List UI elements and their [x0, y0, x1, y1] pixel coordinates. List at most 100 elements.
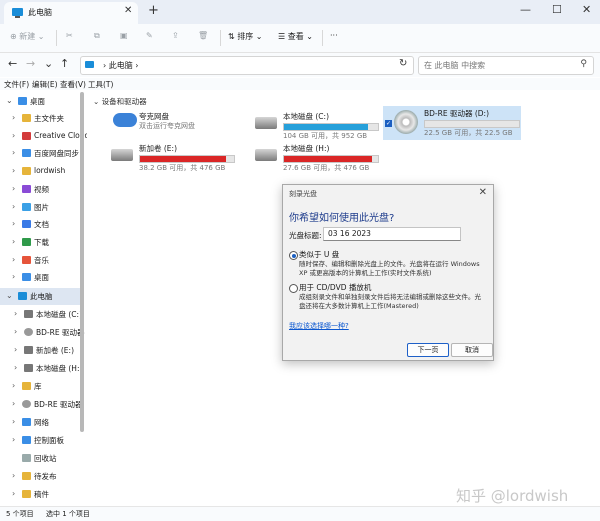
drive-h[interactable]: 本地磁盘 (H:) 27.6 GB 可用，共 476 GB	[253, 141, 393, 173]
group-header[interactable]: ⌄ 设备和驱动器	[93, 96, 147, 107]
sidebar-item-label: 稿件	[34, 490, 49, 499]
sidebar-scrollbar[interactable]	[80, 92, 84, 432]
maximize-button[interactable]: ☐	[552, 3, 562, 16]
sidebar-item-lordwish[interactable]: › lordwish	[0, 163, 84, 180]
sidebar-item-drafts[interactable]: › 稿件	[0, 486, 84, 503]
chevron-right-icon[interactable]: ›	[14, 309, 17, 318]
cancel-button[interactable]: 取消	[451, 343, 493, 357]
sidebar-item-music[interactable]: › 音乐	[0, 252, 84, 269]
chevron-down-icon[interactable]: ⌄	[6, 96, 13, 105]
new-button[interactable]: ⊕ 新建 ⌄	[10, 31, 45, 42]
chevron-right-icon[interactable]: ›	[12, 381, 15, 390]
chevron-right-icon[interactable]: ›	[12, 435, 15, 444]
checkbox-icon[interactable]: ✓	[385, 120, 392, 127]
cloud-icon	[113, 113, 137, 127]
delete-icon[interactable]: 🗑	[198, 31, 208, 40]
chevron-right-icon[interactable]: ›	[12, 148, 15, 157]
chevron-right-icon[interactable]: ›	[12, 113, 15, 122]
chevron-right-icon[interactable]: ›	[12, 131, 15, 140]
sidebar-item-label: 本地磁盘 (H:)	[36, 364, 83, 373]
disc-title-label: 光盘标题:	[289, 231, 322, 240]
disc-title-input[interactable]: 03 16 2023	[323, 227, 461, 241]
drive-d[interactable]: ✓ BD-RE 驱动器 (D:) 22.5 GB 可用，共 22.5 GB	[383, 106, 521, 140]
close-button[interactable]: ✕	[582, 3, 591, 16]
sidebar-item-control-panel[interactable]: › 控制面板	[0, 432, 84, 449]
sidebar-item-pending[interactable]: › 待发布	[0, 468, 84, 485]
chevron-right-icon[interactable]: ›	[12, 272, 15, 281]
new-tab-button[interactable]: +	[148, 3, 159, 18]
drive-e[interactable]: 新加卷 (E:) 38.2 GB 可用，共 476 GB	[109, 141, 249, 173]
chevron-right-icon[interactable]: ›	[12, 166, 15, 175]
share-icon[interactable]: ⇪	[172, 31, 179, 40]
sidebar-item-drive-e[interactable]: › 新加卷 (E:)	[0, 342, 84, 359]
sidebar-item-library[interactable]: › 库	[0, 378, 84, 395]
sidebar-item-label: 本地磁盘 (C:)	[36, 310, 82, 319]
sidebar-item-bd-re[interactable]: › BD-RE 驱动器	[0, 324, 84, 341]
chevron-right-icon[interactable]: ›	[12, 399, 15, 408]
chevron-right-icon[interactable]: ›	[14, 327, 17, 336]
search-box[interactable]: 在 此电脑 中搜索 ⚲	[418, 56, 594, 75]
sidebar-item-videos[interactable]: › 视频	[0, 181, 84, 198]
sidebar-item-bd-re-2[interactable]: › BD-RE 驱动器	[0, 396, 84, 413]
chevron-right-icon[interactable]: ›	[12, 219, 15, 228]
drive-icon	[24, 346, 33, 354]
sidebar-item-drive-h[interactable]: › 本地磁盘 (H:)	[0, 360, 84, 377]
sidebar-item-label: 音乐	[34, 256, 49, 265]
next-button[interactable]: 下一页	[407, 343, 449, 357]
drive-caption: 双击运行夸克网盘	[139, 122, 195, 130]
paste-icon[interactable]: ▣	[120, 31, 128, 40]
view-button[interactable]: ☰ 查看 ⌄	[278, 31, 313, 42]
sidebar-item-desktop[interactable]: ⌄ 桌面	[0, 93, 84, 110]
refresh-icon[interactable]: ↻	[399, 58, 407, 69]
more-button[interactable]: ···	[330, 31, 338, 40]
sidebar-item-baidu[interactable]: › 百度网盘同步	[0, 145, 84, 162]
rename-icon[interactable]: ✎	[146, 31, 153, 40]
disc-title-value: 03 16 2023	[328, 229, 371, 238]
dialog-close-icon[interactable]: ✕	[479, 187, 487, 198]
sidebar-item-label: 新加卷 (E:)	[36, 346, 75, 355]
sidebar-item-documents[interactable]: › 文档	[0, 216, 84, 233]
chevron-down-icon[interactable]: ⌄	[6, 291, 13, 300]
cd-dvd-option-radio[interactable]	[289, 284, 298, 293]
menu-edit[interactable]: 编辑(E)	[32, 79, 58, 90]
menu-tools[interactable]: 工具(T)	[88, 79, 113, 90]
sidebar-item-creative-cloud[interactable]: › Creative Cloud	[0, 128, 89, 145]
sidebar-item-home[interactable]: › 主文件夹	[0, 110, 84, 127]
network-icon	[22, 418, 31, 426]
chevron-right-icon[interactable]: ›	[12, 184, 15, 193]
which-one-link[interactable]: 我应该选择哪一种?	[289, 321, 349, 331]
chevron-right-icon[interactable]: ›	[12, 237, 15, 246]
chevron-right-icon[interactable]: ›	[12, 202, 15, 211]
drive-c[interactable]: 本地磁盘 (C:) 104 GB 可用，共 952 GB	[253, 109, 393, 141]
drive-quark[interactable]: 夸克网盘 双击运行夸克网盘	[109, 109, 249, 141]
chevron-right-icon[interactable]: ›	[12, 471, 15, 480]
minimize-button[interactable]: —	[520, 3, 531, 16]
up-button[interactable]: ↑	[60, 57, 69, 70]
cut-icon[interactable]: ✂	[66, 31, 73, 40]
chevron-right-icon[interactable]: ›	[12, 417, 15, 426]
sidebar-item-drive-c[interactable]: › 本地磁盘 (C:)	[0, 306, 84, 323]
menu-file[interactable]: 文件(F)	[4, 79, 29, 90]
sidebar-item-this-pc[interactable]: ⌄ 此电脑	[0, 288, 84, 305]
copy-icon[interactable]: ⧉	[94, 31, 100, 41]
usage-bar	[283, 123, 379, 131]
sort-button[interactable]: ⇅ 排序 ⌄	[228, 31, 263, 42]
sidebar-item-network[interactable]: › 网络	[0, 414, 84, 431]
chevron-right-icon[interactable]: ›	[14, 345, 17, 354]
tab-this-pc[interactable]: 此电脑 ✕	[4, 2, 138, 24]
chevron-right-icon[interactable]: ›	[12, 255, 15, 264]
usage-fill	[284, 156, 373, 162]
sidebar-item-pictures[interactable]: › 图片	[0, 199, 84, 216]
sidebar-item-recycle-bin[interactable]: 回收站	[0, 450, 84, 467]
usb-option-radio[interactable]	[289, 251, 298, 260]
tab-close-icon[interactable]: ✕	[124, 5, 132, 16]
back-button[interactable]: ←	[8, 57, 17, 70]
sidebar-item-desktop-2[interactable]: › 桌面	[0, 269, 84, 286]
address-bar[interactable]: › 此电脑 › ↻	[80, 56, 414, 75]
chevron-right-icon[interactable]: ›	[14, 363, 17, 372]
menu-view[interactable]: 查看(V)	[60, 79, 86, 90]
chevron-right-icon[interactable]: ›	[12, 489, 15, 498]
sidebar-item-downloads[interactable]: › 下载	[0, 234, 84, 251]
forward-button[interactable]: →	[26, 57, 35, 70]
recent-dropdown[interactable]: ⌄	[44, 57, 53, 70]
